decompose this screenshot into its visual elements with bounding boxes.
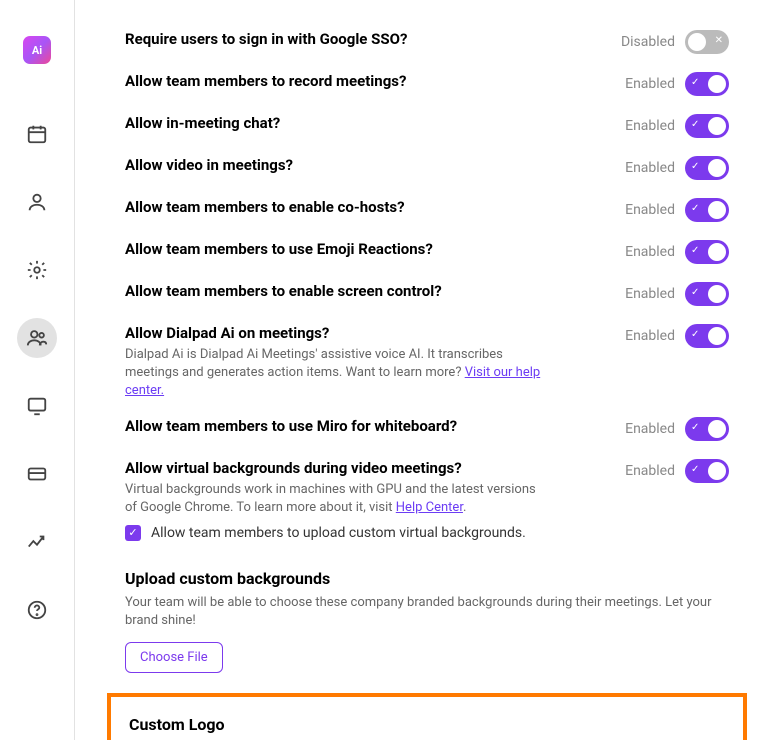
person-icon[interactable] [17,182,57,222]
main-content: Require users to sign in with Google SSO… [75,0,769,740]
setting-control: Enabled ✓ [625,282,729,306]
toggle-record[interactable]: ✓ [685,72,729,96]
card-icon[interactable] [17,454,57,494]
sidebar: Ai [0,0,75,740]
setting-description: Virtual backgrounds work in machines wit… [125,481,545,517]
setting-control: Enabled ✓ [625,198,729,222]
setting-control: Enabled ✓ [625,114,729,138]
custom-logo-highlight: Custom Logo Logos will be constrained to… [107,693,747,740]
setting-control: Enabled ✓ [625,156,729,180]
analytics-icon[interactable] [17,522,57,562]
setting-row: Allow team members to use Miro for white… [125,417,729,441]
status-text: Enabled [625,118,675,134]
checkbox-label: Allow team members to upload custom virt… [151,525,526,541]
setting-row: Allow Dialpad Ai on meetings? Dialpad Ai… [125,324,729,401]
status-text: Enabled [625,463,675,479]
section-title: Custom Logo [129,715,725,734]
toggle-emoji[interactable]: ✓ [685,240,729,264]
setting-label: Allow in-meeting chat? [125,114,280,132]
status-text: Enabled [625,76,675,92]
setting-label: Require users to sign in with Google SSO… [125,30,407,48]
toggle-sso[interactable]: ✕ [685,30,729,54]
upload-backgrounds-checkbox[interactable]: ✓ [125,525,141,541]
upload-backgrounds-section: Upload custom backgrounds Your team will… [125,569,729,673]
section-description: Your team will be able to choose these c… [125,594,729,630]
setting-row: Allow team members to enable co-hosts? E… [125,198,729,222]
setting-control: Enabled ✓ [625,324,729,348]
status-text: Enabled [625,328,675,344]
setting-control: Enabled ✓ [625,417,729,441]
gear-icon[interactable] [17,250,57,290]
status-text: Enabled [625,244,675,260]
status-text: Disabled [621,34,675,50]
setting-row: Allow team members to record meetings? E… [125,72,729,96]
setting-control: Enabled ✓ [625,240,729,264]
setting-control: Disabled ✕ [621,30,729,54]
setting-description: Dialpad Ai is Dialpad Ai Meetings' assis… [125,346,545,401]
toggle-screen-control[interactable]: ✓ [685,282,729,306]
help-icon[interactable] [17,590,57,630]
status-text: Enabled [625,160,675,176]
setting-row: Allow in-meeting chat? Enabled ✓ [125,114,729,138]
setting-label: Allow team members to enable screen cont… [125,282,442,300]
toggle-dialpad-ai[interactable]: ✓ [685,324,729,348]
choose-file-button[interactable]: Choose File [125,642,223,673]
status-text: Enabled [625,202,675,218]
setting-row: Allow virtual backgrounds during video m… [125,459,729,541]
checkbox-row: ✓ Allow team members to upload custom vi… [125,525,545,541]
setting-label: Allow team members to use Miro for white… [125,417,457,435]
toggle-cohosts[interactable]: ✓ [685,198,729,222]
app-logo[interactable]: Ai [23,36,51,64]
toggle-video[interactable]: ✓ [685,156,729,180]
setting-control: Enabled ✓ [625,459,729,483]
setting-label: Allow video in meetings? [125,156,293,174]
people-icon[interactable] [17,318,57,358]
status-text: Enabled [625,286,675,302]
toggle-virtual-bg[interactable]: ✓ [685,459,729,483]
section-title: Upload custom backgrounds [125,569,729,588]
setting-row: Allow team members to enable screen cont… [125,282,729,306]
setting-label: Allow team members to record meetings? [125,72,406,90]
setting-label: Allow team members to use Emoji Reaction… [125,240,433,258]
setting-control: Enabled ✓ [625,72,729,96]
setting-row: Allow video in meetings? Enabled ✓ [125,156,729,180]
setting-row: Allow team members to use Emoji Reaction… [125,240,729,264]
setting-label: Allow Dialpad Ai on meetings? [125,324,525,342]
status-text: Enabled [625,421,675,437]
monitor-icon[interactable] [17,386,57,426]
setting-label: Allow virtual backgrounds during video m… [125,459,525,477]
calendar-icon[interactable] [17,114,57,154]
toggle-miro[interactable]: ✓ [685,417,729,441]
help-center-link[interactable]: Help Center [396,500,463,515]
setting-row: Require users to sign in with Google SSO… [125,30,729,54]
setting-label: Allow team members to enable co-hosts? [125,198,405,216]
toggle-chat[interactable]: ✓ [685,114,729,138]
